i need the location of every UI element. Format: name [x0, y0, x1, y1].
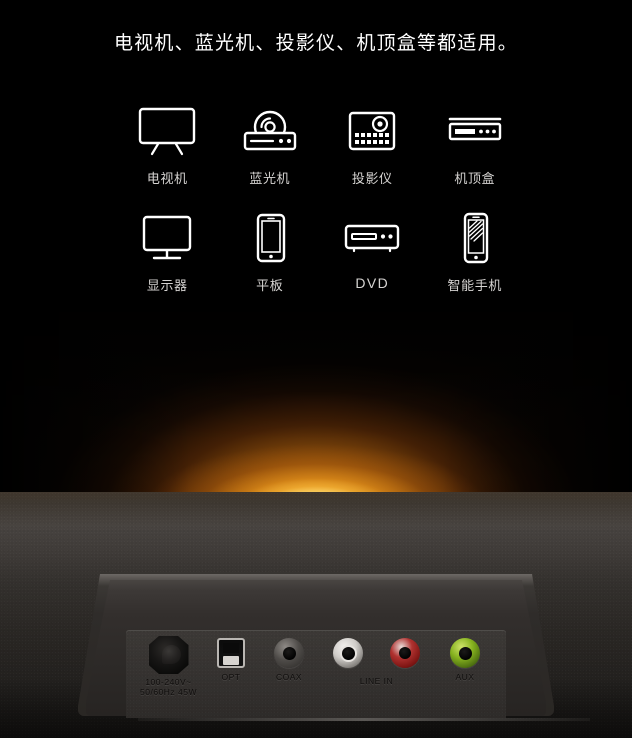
compat-item-tv: 电视机	[116, 100, 219, 187]
compat-label: DVD	[355, 275, 390, 291]
page-headline: 电视机、蓝光机、投影仪、机顶盒等都适用。	[113, 33, 518, 54]
compatibility-icon-grid: 电视机 蓝光机 投影仪 机顶盒 显示器 平板 DVD 智能手机	[116, 100, 526, 294]
port-label-power: 100-240V~ 50/60Hz 45W	[140, 677, 197, 697]
port-optical[interactable]: OPT	[217, 638, 245, 682]
ac-power-inlet-icon[interactable]	[148, 636, 189, 674]
compat-label: 显示器	[146, 278, 188, 293]
compat-item-projector: 投影仪	[321, 100, 424, 187]
compat-label: 机顶盒	[454, 171, 496, 186]
tv-icon	[136, 100, 198, 162]
compat-item-tablet: 平板	[219, 207, 322, 294]
port-ac-power[interactable]: 100-240V~ 50/60Hz 45W	[140, 636, 197, 697]
port-line-in-left[interactable]	[333, 638, 363, 668]
port-label-line-in: LINE IN	[359, 676, 394, 686]
compat-item-set-top-box: 机顶盒	[424, 100, 527, 187]
port-line-in-right[interactable]	[390, 638, 420, 668]
port-label-aux: AUX	[455, 672, 475, 682]
smartphone-icon	[444, 207, 506, 269]
power-label-line1: 100-240V~	[145, 677, 192, 687]
compat-item-bluray: 蓝光机	[219, 100, 322, 187]
power-label-line2: 50/60Hz 45W	[140, 686, 197, 697]
compat-label: 平板	[256, 278, 284, 293]
compatibility-row-1: 电视机 蓝光机 投影仪 机顶盒	[116, 100, 526, 187]
soundbar-top-highlight	[0, 492, 632, 532]
coax-jack-icon[interactable]	[274, 638, 304, 668]
port-label-coax: COAX	[275, 672, 303, 682]
compat-label: 电视机	[146, 171, 188, 186]
panel-bottom-edge	[138, 718, 590, 721]
compat-label: 智能手机	[447, 278, 502, 293]
compat-item-dvd: DVD	[321, 207, 424, 294]
dvd-player-icon	[341, 207, 403, 269]
tablet-icon	[239, 207, 301, 269]
compat-label: 投影仪	[351, 171, 393, 186]
line-in-red-jack-icon[interactable]	[390, 638, 420, 668]
projector-icon	[341, 100, 403, 162]
port-coax[interactable]: COAX	[274, 638, 304, 682]
port-cluster: 100-240V~ 50/60Hz 45W OPT COAX LINE IN A…	[78, 574, 554, 716]
compatibility-row-2: 显示器 平板 DVD 智能手机	[116, 207, 526, 294]
product-feature-page: 电视机、蓝光机、投影仪、机顶盒等都适用。 电视机 蓝光机 投影仪 机顶盒 显示器…	[0, 0, 632, 738]
monitor-icon	[136, 207, 198, 269]
compat-item-smartphone: 智能手机	[424, 207, 527, 294]
line-in-white-jack-icon[interactable]	[333, 638, 363, 668]
port-aux[interactable]: AUX	[450, 638, 480, 682]
set-top-box-icon	[444, 100, 506, 162]
compat-item-monitor: 显示器	[116, 207, 219, 294]
bluray-player-icon	[239, 100, 301, 162]
optical-port-icon[interactable]	[217, 638, 245, 668]
compat-label: 蓝光机	[249, 171, 291, 186]
aux-jack-icon[interactable]	[450, 638, 480, 668]
port-label-opt: OPT	[221, 672, 241, 682]
